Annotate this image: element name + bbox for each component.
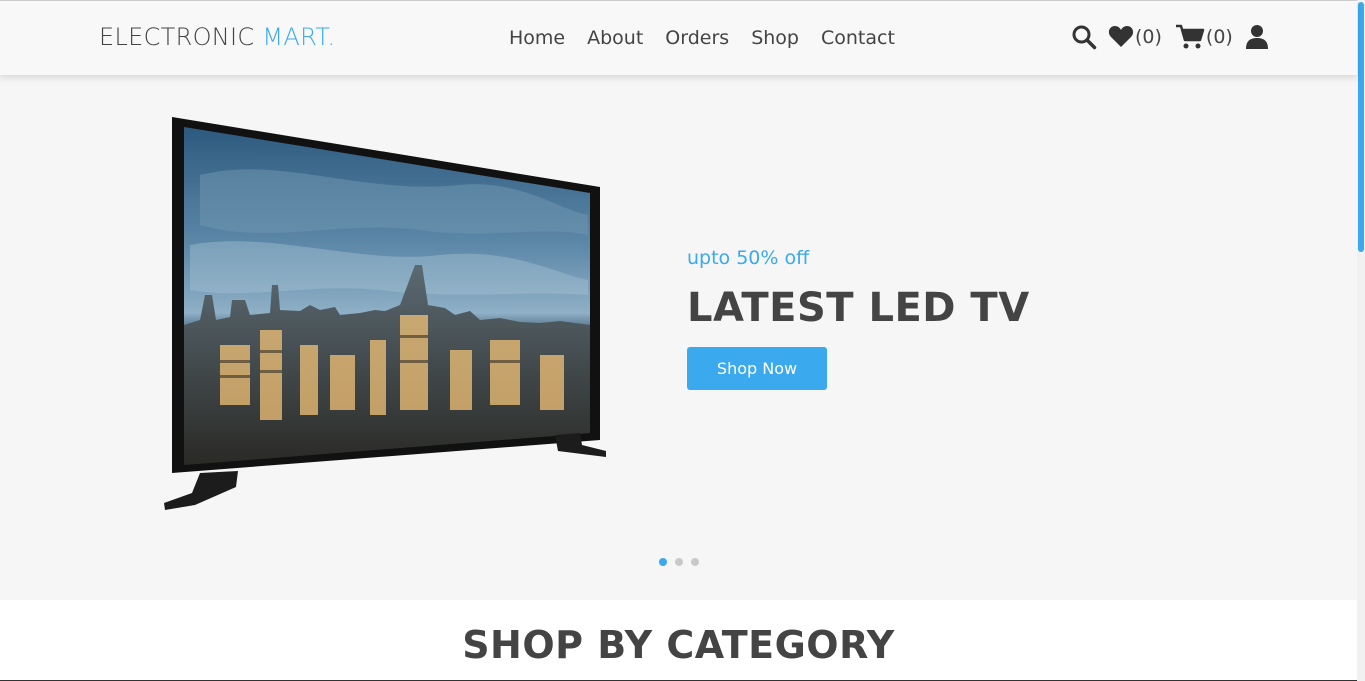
account-button[interactable]: [1245, 24, 1269, 50]
wishlist-button[interactable]: (0): [1108, 25, 1162, 49]
site-header: ELECTRONIC MART. Home About Orders Shop …: [0, 1, 1357, 75]
search-icon: [1071, 24, 1097, 50]
carousel-dot-2[interactable]: [675, 558, 683, 566]
user-icon: [1245, 24, 1269, 50]
cart-button[interactable]: (0): [1175, 24, 1233, 50]
wishlist-count: (0): [1135, 26, 1162, 48]
heart-icon: [1108, 25, 1134, 49]
brand-name: ELECTRONIC: [99, 23, 263, 51]
search-button[interactable]: [1071, 24, 1097, 50]
nav-home[interactable]: Home: [509, 27, 565, 49]
cart-count: (0): [1205, 26, 1233, 48]
led-tv-image: [160, 115, 610, 524]
carousel-dot-1[interactable]: [659, 558, 667, 566]
page: ELECTRONIC MART. Home About Orders Shop …: [0, 0, 1357, 681]
main-nav: Home About Orders Shop Contact: [509, 27, 895, 49]
cart-icon: [1175, 24, 1205, 50]
hero-title: LATEST LED TV: [687, 285, 1030, 331]
nav-shop[interactable]: Shop: [751, 27, 799, 49]
brand-accent: MART.: [262, 23, 336, 51]
brand-logo[interactable]: ELECTRONIC MART.: [99, 23, 335, 51]
nav-about[interactable]: About: [587, 27, 643, 49]
header-actions: (0) (0): [1071, 24, 1269, 50]
page-scrollbar[interactable]: [1357, 0, 1365, 681]
carousel-indicators: [659, 558, 699, 566]
offer-text: upto 50% off: [687, 247, 810, 269]
scrollbar-thumb[interactable]: [1358, 2, 1364, 252]
shop-now-button[interactable]: Shop Now: [687, 347, 827, 390]
nav-contact[interactable]: Contact: [821, 27, 895, 49]
carousel-dot-3[interactable]: [691, 558, 699, 566]
nav-orders[interactable]: Orders: [665, 27, 729, 49]
hero-carousel: upto 50% off LATEST LED TV Shop Now: [0, 75, 1357, 600]
section-title: SHOP BY CATEGORY: [462, 623, 895, 667]
